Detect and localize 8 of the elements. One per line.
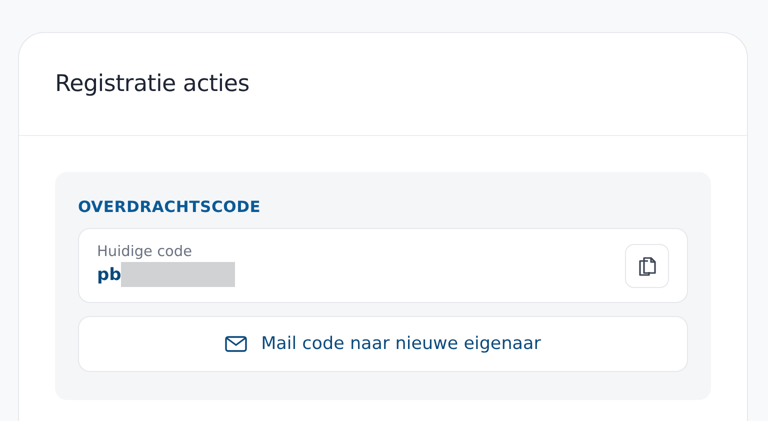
section-heading: OVERDRACHTSCODE — [78, 198, 262, 216]
mail-icon — [225, 336, 248, 352]
copy-button[interactable] — [625, 244, 669, 288]
code-value: pb — [97, 264, 122, 284]
card-title: Registratie acties — [55, 71, 250, 97]
copy-icon — [637, 254, 657, 276]
mail-code-button[interactable]: Mail code naar nieuwe eigenaar — [78, 316, 688, 372]
field-label: Huidige code — [97, 244, 194, 260]
